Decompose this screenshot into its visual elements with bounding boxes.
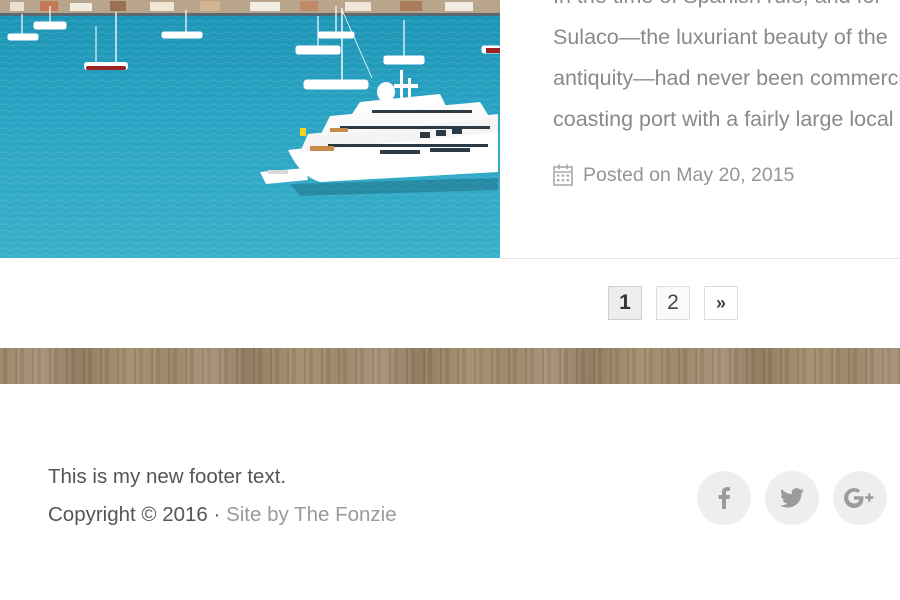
- wood-texture-band: [0, 348, 900, 384]
- divider: [500, 258, 900, 259]
- post-meta: Posted on May 20, 2015: [553, 161, 794, 189]
- copyright-text: Copyright © 2016 ·: [48, 503, 227, 526]
- twitter-button[interactable]: [765, 471, 819, 525]
- page-1-button[interactable]: 1: [608, 286, 642, 320]
- calendar-icon: [553, 164, 573, 186]
- harbor-image: [0, 0, 500, 258]
- excerpt-line: Sulaco—the luxuriant beauty of the: [553, 25, 888, 49]
- post-featured-image[interactable]: [0, 0, 500, 258]
- footer-text: This is my new footer text. Copyright © …: [48, 458, 397, 534]
- footer-copyright: Copyright © 2016 · Site by The Fonzie: [48, 496, 397, 534]
- facebook-icon: [717, 487, 731, 509]
- post-date: Posted on May 20, 2015: [583, 163, 795, 186]
- site-credit-link[interactable]: Site by The Fonzie: [226, 503, 397, 526]
- next-page-button[interactable]: »: [704, 286, 738, 320]
- pagination: 1 2 »: [608, 286, 752, 320]
- post-excerpt: In the time of Spanish rule, and for Sul…: [553, 0, 900, 140]
- page-2-button[interactable]: 2: [656, 286, 690, 320]
- footer-message: This is my new footer text.: [48, 465, 287, 488]
- facebook-button[interactable]: [697, 471, 751, 525]
- excerpt-line: In the time of Spanish rule, and for: [553, 0, 900, 17]
- twitter-icon: [780, 488, 804, 508]
- google-plus-icon: [844, 488, 876, 508]
- google-plus-button[interactable]: [833, 471, 887, 525]
- page: In the time of Spanish rule, and for Sul…: [0, 0, 900, 600]
- excerpt-line: coasting port with a fairly large local: [553, 107, 894, 131]
- excerpt-line: antiquity—had never been commercially: [553, 66, 900, 90]
- social-links: [697, 471, 900, 525]
